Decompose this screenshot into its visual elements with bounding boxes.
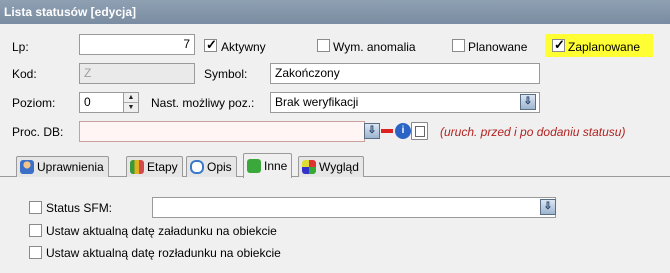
poziom-label: Poziom:: [12, 96, 56, 110]
status-sfm-checkbox[interactable]: [29, 201, 42, 214]
kod-input[interactable]: Z: [79, 63, 195, 84]
poziom-spinner[interactable]: ▲ ▼: [123, 92, 139, 113]
tab-label: Etapy: [147, 160, 178, 174]
tab-etapy[interactable]: Etapy: [126, 156, 183, 177]
nast-mozliwy-label: Nast. możliwy poz.:: [151, 96, 255, 110]
chevron-down-icon[interactable]: ⇩: [540, 199, 556, 215]
tab-opis[interactable]: Opis: [186, 156, 237, 177]
planowane-checkbox[interactable]: [452, 39, 465, 52]
symbol-label: Symbol:: [204, 67, 248, 81]
spin-down-icon[interactable]: ▼: [124, 102, 138, 112]
rozladunek-label: Ustaw aktualną datę rozładunku na obiekc…: [46, 246, 281, 260]
tab-inne[interactable]: Inne: [243, 153, 293, 178]
clear-icon[interactable]: [380, 123, 394, 139]
proc-db-input[interactable]: [79, 121, 365, 142]
chevron-down-icon[interactable]: ⇩: [364, 123, 380, 139]
tab-label: Wygląd: [319, 160, 359, 174]
poziom-input[interactable]: 0: [79, 92, 124, 113]
rozladunek-checkbox[interactable]: [29, 246, 42, 259]
symbol-input[interactable]: Zakończony: [270, 63, 540, 84]
aktywny-label: Aktywny: [221, 40, 266, 54]
dialog-window: Lista statusów [edycja] Lp: 7 ✓ Aktywny …: [0, 0, 670, 273]
puzzle-icon: [247, 159, 261, 173]
zaladunek-checkbox[interactable]: [29, 224, 42, 237]
spin-up-icon[interactable]: ▲: [124, 93, 138, 102]
user-icon: [20, 160, 34, 174]
zaladunek-label: Ustaw aktualną datę załadunku na obiekci…: [46, 224, 277, 238]
proc-db-hint: (uruch. przed i po dodaniu statusu): [440, 125, 626, 139]
wym-anomalia-checkbox[interactable]: [317, 39, 330, 52]
info-icon[interactable]: i: [395, 123, 411, 139]
aktywny-checkbox[interactable]: ✓: [204, 37, 217, 52]
planowane-label: Planowane: [468, 40, 528, 54]
nast-mozliwy-select[interactable]: Brak weryfikacji: [270, 92, 540, 113]
tab-wyglad[interactable]: Wygląd: [298, 156, 364, 177]
status-sfm-label: Status SFM:: [46, 201, 113, 215]
tab-label: Uprawnienia: [37, 160, 104, 174]
wym-anomalia-label: Wym. anomalia: [333, 40, 416, 54]
status-sfm-select[interactable]: [152, 197, 556, 218]
stages-icon: [130, 160, 144, 174]
chevron-down-icon[interactable]: ⇩: [520, 94, 536, 110]
kod-label: Kod:: [12, 67, 37, 81]
zaplanowane-label: Zaplanowane: [568, 40, 641, 54]
window-title: Lista statusów [edycja]: [0, 0, 670, 24]
zaplanowane-checkbox[interactable]: ✓: [552, 37, 565, 52]
speech-icon: [190, 160, 204, 174]
tab-label: Inne: [264, 159, 288, 173]
lp-label: Lp:: [12, 40, 29, 54]
copy-icon[interactable]: [411, 122, 428, 140]
tab-label: Opis: [207, 160, 232, 174]
palette-icon: [302, 160, 316, 174]
lp-input[interactable]: 7: [79, 34, 195, 55]
proc-db-label: Proc. DB:: [12, 125, 64, 139]
check-icon: ✓: [554, 37, 565, 52]
check-icon: ✓: [206, 37, 217, 52]
tab-uprawnienia[interactable]: Uprawnienia: [16, 156, 109, 177]
